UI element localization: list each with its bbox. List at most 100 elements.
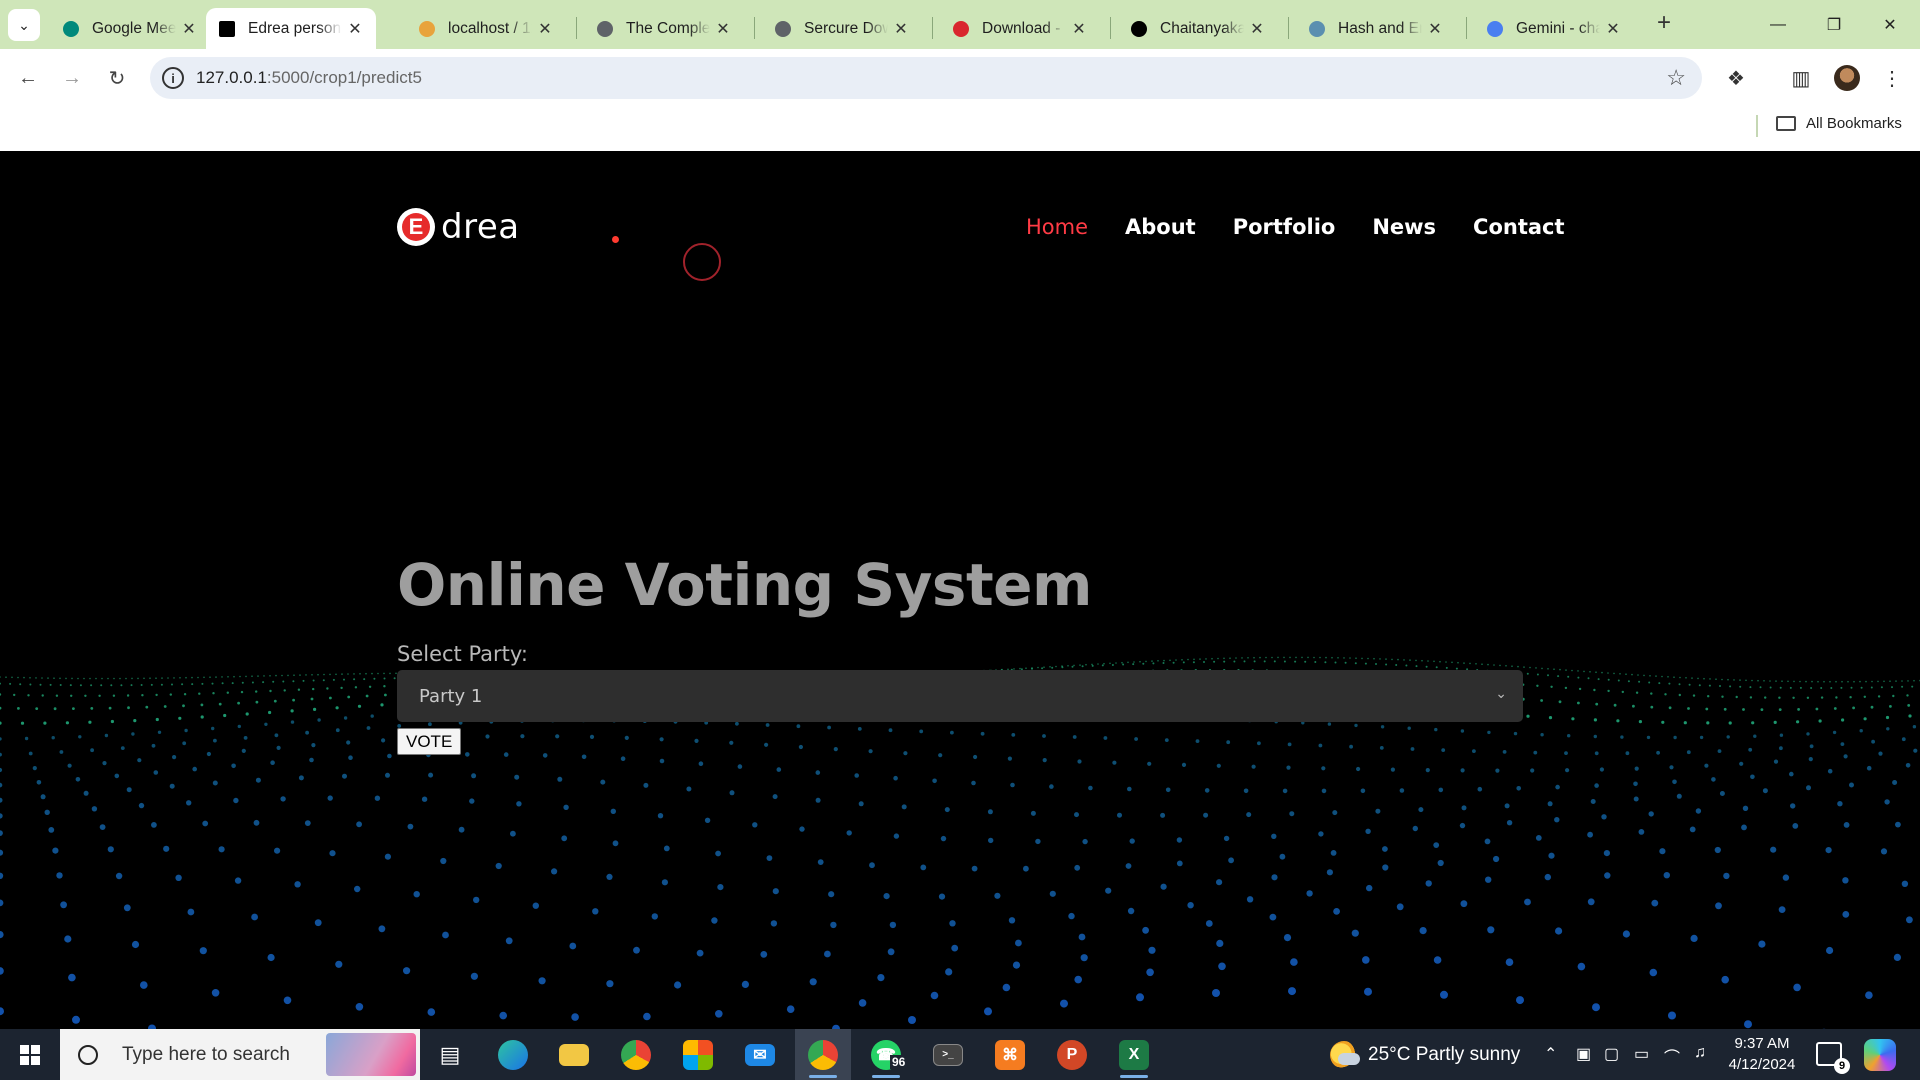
meet-now-icon[interactable]: ▣ <box>1576 1044 1591 1064</box>
reload-icon: ↻ <box>108 67 126 90</box>
tab-title: Edrea person <box>248 19 342 37</box>
terminal-app[interactable]: >_ <box>920 1029 976 1080</box>
nav-contact[interactable]: Contact <box>1473 215 1565 239</box>
start-button[interactable] <box>0 1029 60 1080</box>
close-tab-icon[interactable]: ✕ <box>536 20 554 38</box>
more-menu-icon[interactable]: ⋮ <box>1878 64 1906 92</box>
edrea-favicon <box>218 20 236 38</box>
extensions-icon[interactable]: ❖ <box>1722 64 1750 92</box>
nav-portfolio[interactable]: Portfolio <box>1233 215 1336 239</box>
minimize-button[interactable]: — <box>1750 0 1806 49</box>
site-logo[interactable]: E drea <box>397 207 520 247</box>
task-view-button[interactable]: ▤ <box>422 1029 478 1080</box>
bookmarks-divider <box>1756 115 1758 137</box>
tab-search-button[interactable]: ⌄ <box>8 9 40 41</box>
site-info-icon[interactable]: i <box>162 67 184 89</box>
battery-icon[interactable]: ▭ <box>1634 1044 1649 1064</box>
browser-tab[interactable]: Hash and Enc✕ <box>1296 8 1456 49</box>
bookmark-star-icon[interactable]: ☆ <box>1666 65 1686 91</box>
github-icon <box>1130 20 1148 38</box>
store-app[interactable] <box>670 1029 726 1080</box>
party-select[interactable]: Party 1 ⌄ <box>397 670 1523 722</box>
chevron-down-icon: ⌄ <box>1495 686 1507 702</box>
file-explorer-app[interactable] <box>546 1029 602 1080</box>
copilot-icon[interactable] <box>1864 1039 1896 1071</box>
browser-tab[interactable]: Edrea person ✕ <box>206 8 376 49</box>
globe-icon <box>596 20 614 38</box>
browser-tab[interactable]: Chaitanyakau✕ <box>1118 8 1278 49</box>
display-icon[interactable]: ▢ <box>1604 1044 1619 1064</box>
close-tab-icon[interactable]: ✕ <box>180 20 198 38</box>
vote-button[interactable]: VOTE <box>397 728 462 755</box>
forward-button[interactable]: → <box>56 62 88 94</box>
whatsapp-badge: 96 <box>890 1055 908 1069</box>
phpmyadmin-icon <box>418 20 436 38</box>
whatsapp-app[interactable]: ☎ 96 <box>858 1029 914 1080</box>
side-panel-icon[interactable]: ▥ <box>1787 64 1815 92</box>
search-highlight-art <box>326 1033 416 1076</box>
close-tab-icon[interactable]: ✕ <box>1426 20 1444 38</box>
chevron-down-icon: ⌄ <box>18 16 30 33</box>
browser-tab[interactable]: Sercure Dow ✕ <box>762 8 922 49</box>
tab-title: The Complet <box>626 19 710 37</box>
mail-app[interactable]: ✉ <box>732 1029 788 1080</box>
tab-separator <box>932 17 933 39</box>
browser-tab[interactable]: Download - ✕ <box>940 8 1100 49</box>
profile-avatar[interactable] <box>1834 65 1860 91</box>
powerpoint-app[interactable]: P <box>1044 1029 1100 1080</box>
url-text[interactable]: 127.0.0.1:5000/crop1/predict5 <box>196 68 422 88</box>
nav-news[interactable]: News <box>1372 215 1436 239</box>
close-tab-icon[interactable]: ✕ <box>1604 20 1622 38</box>
all-bookmarks-button[interactable]: All Bookmarks <box>1776 115 1902 132</box>
tab-title: localhost / 12 <box>448 19 532 37</box>
notification-count: 9 <box>1834 1058 1850 1074</box>
clock-date: 4/12/2024 <box>1728 1056 1796 1073</box>
close-tab-icon[interactable]: ✕ <box>1070 20 1088 38</box>
browser-tab[interactable]: The Complet ✕ <box>584 8 744 49</box>
edge-app[interactable] <box>485 1029 541 1080</box>
page-viewport: E drea Home About Portfolio News Contact Onl… <box>0 151 1920 1029</box>
chrome-profile-app[interactable] <box>795 1029 851 1080</box>
browser-tab[interactable]: localhost / 12 ✕ <box>406 8 566 49</box>
browser-tab[interactable]: Google Meet ✕ <box>50 8 210 49</box>
taskbar-search[interactable]: Type here to search <box>60 1029 420 1080</box>
tab-title: Download - <box>982 19 1061 37</box>
excel-app[interactable]: X <box>1106 1029 1162 1080</box>
system-clock[interactable]: 9:37 AM 4/12/2024 <box>1728 1033 1796 1075</box>
restore-button[interactable]: ❐ <box>1806 0 1862 49</box>
tab-title: Google Meet <box>92 19 176 37</box>
close-tab-icon[interactable]: ✕ <box>714 20 732 38</box>
back-button[interactable]: ← <box>12 62 44 94</box>
search-placeholder: Type here to search <box>122 1043 290 1065</box>
folder-icon <box>1776 116 1796 131</box>
google-meet-icon <box>62 20 80 38</box>
volume-icon[interactable]: ♫ <box>1694 1044 1706 1062</box>
xampp-app[interactable]: ⌘ <box>982 1029 1038 1080</box>
tab-title: Sercure Dow <box>804 19 888 37</box>
chrome-app[interactable] <box>608 1029 664 1080</box>
address-bar[interactable]: i 127.0.0.1:5000/crop1/predict5 ☆ <box>150 57 1702 99</box>
globe-icon <box>774 20 792 38</box>
windows-logo-icon <box>20 1044 40 1065</box>
nav-home[interactable]: Home <box>1026 215 1088 239</box>
reload-button[interactable]: ↻ <box>101 62 133 94</box>
new-tab-button[interactable]: + <box>1650 10 1678 38</box>
close-tab-icon[interactable]: ✕ <box>892 20 910 38</box>
cursor-dot <box>612 236 619 243</box>
logo-wordmark: drea <box>441 207 520 247</box>
notifications-button[interactable]: 9 <box>1816 1042 1850 1074</box>
weather-widget[interactable]: 25°C Partly sunny <box>1330 1041 1520 1069</box>
tab-separator <box>1288 17 1289 39</box>
close-tab-icon[interactable]: ✕ <box>1248 20 1266 38</box>
close-tab-icon[interactable]: ✕ <box>346 20 364 38</box>
tab-title: Chaitanyakau <box>1160 19 1244 37</box>
store-icon <box>683 1039 713 1070</box>
chrome-icon <box>621 1039 651 1070</box>
nav-about[interactable]: About <box>1125 215 1196 239</box>
select-party-label: Select Party: <box>397 642 528 666</box>
chevron-up-icon[interactable]: ⌃ <box>1544 1044 1557 1064</box>
tab-separator <box>754 17 755 39</box>
wifi-icon[interactable]: ⌒ <box>1664 1044 1680 1068</box>
close-window-button[interactable]: ✕ <box>1862 0 1918 49</box>
browser-tab[interactable]: Gemini - cha ✕ <box>1474 8 1634 49</box>
